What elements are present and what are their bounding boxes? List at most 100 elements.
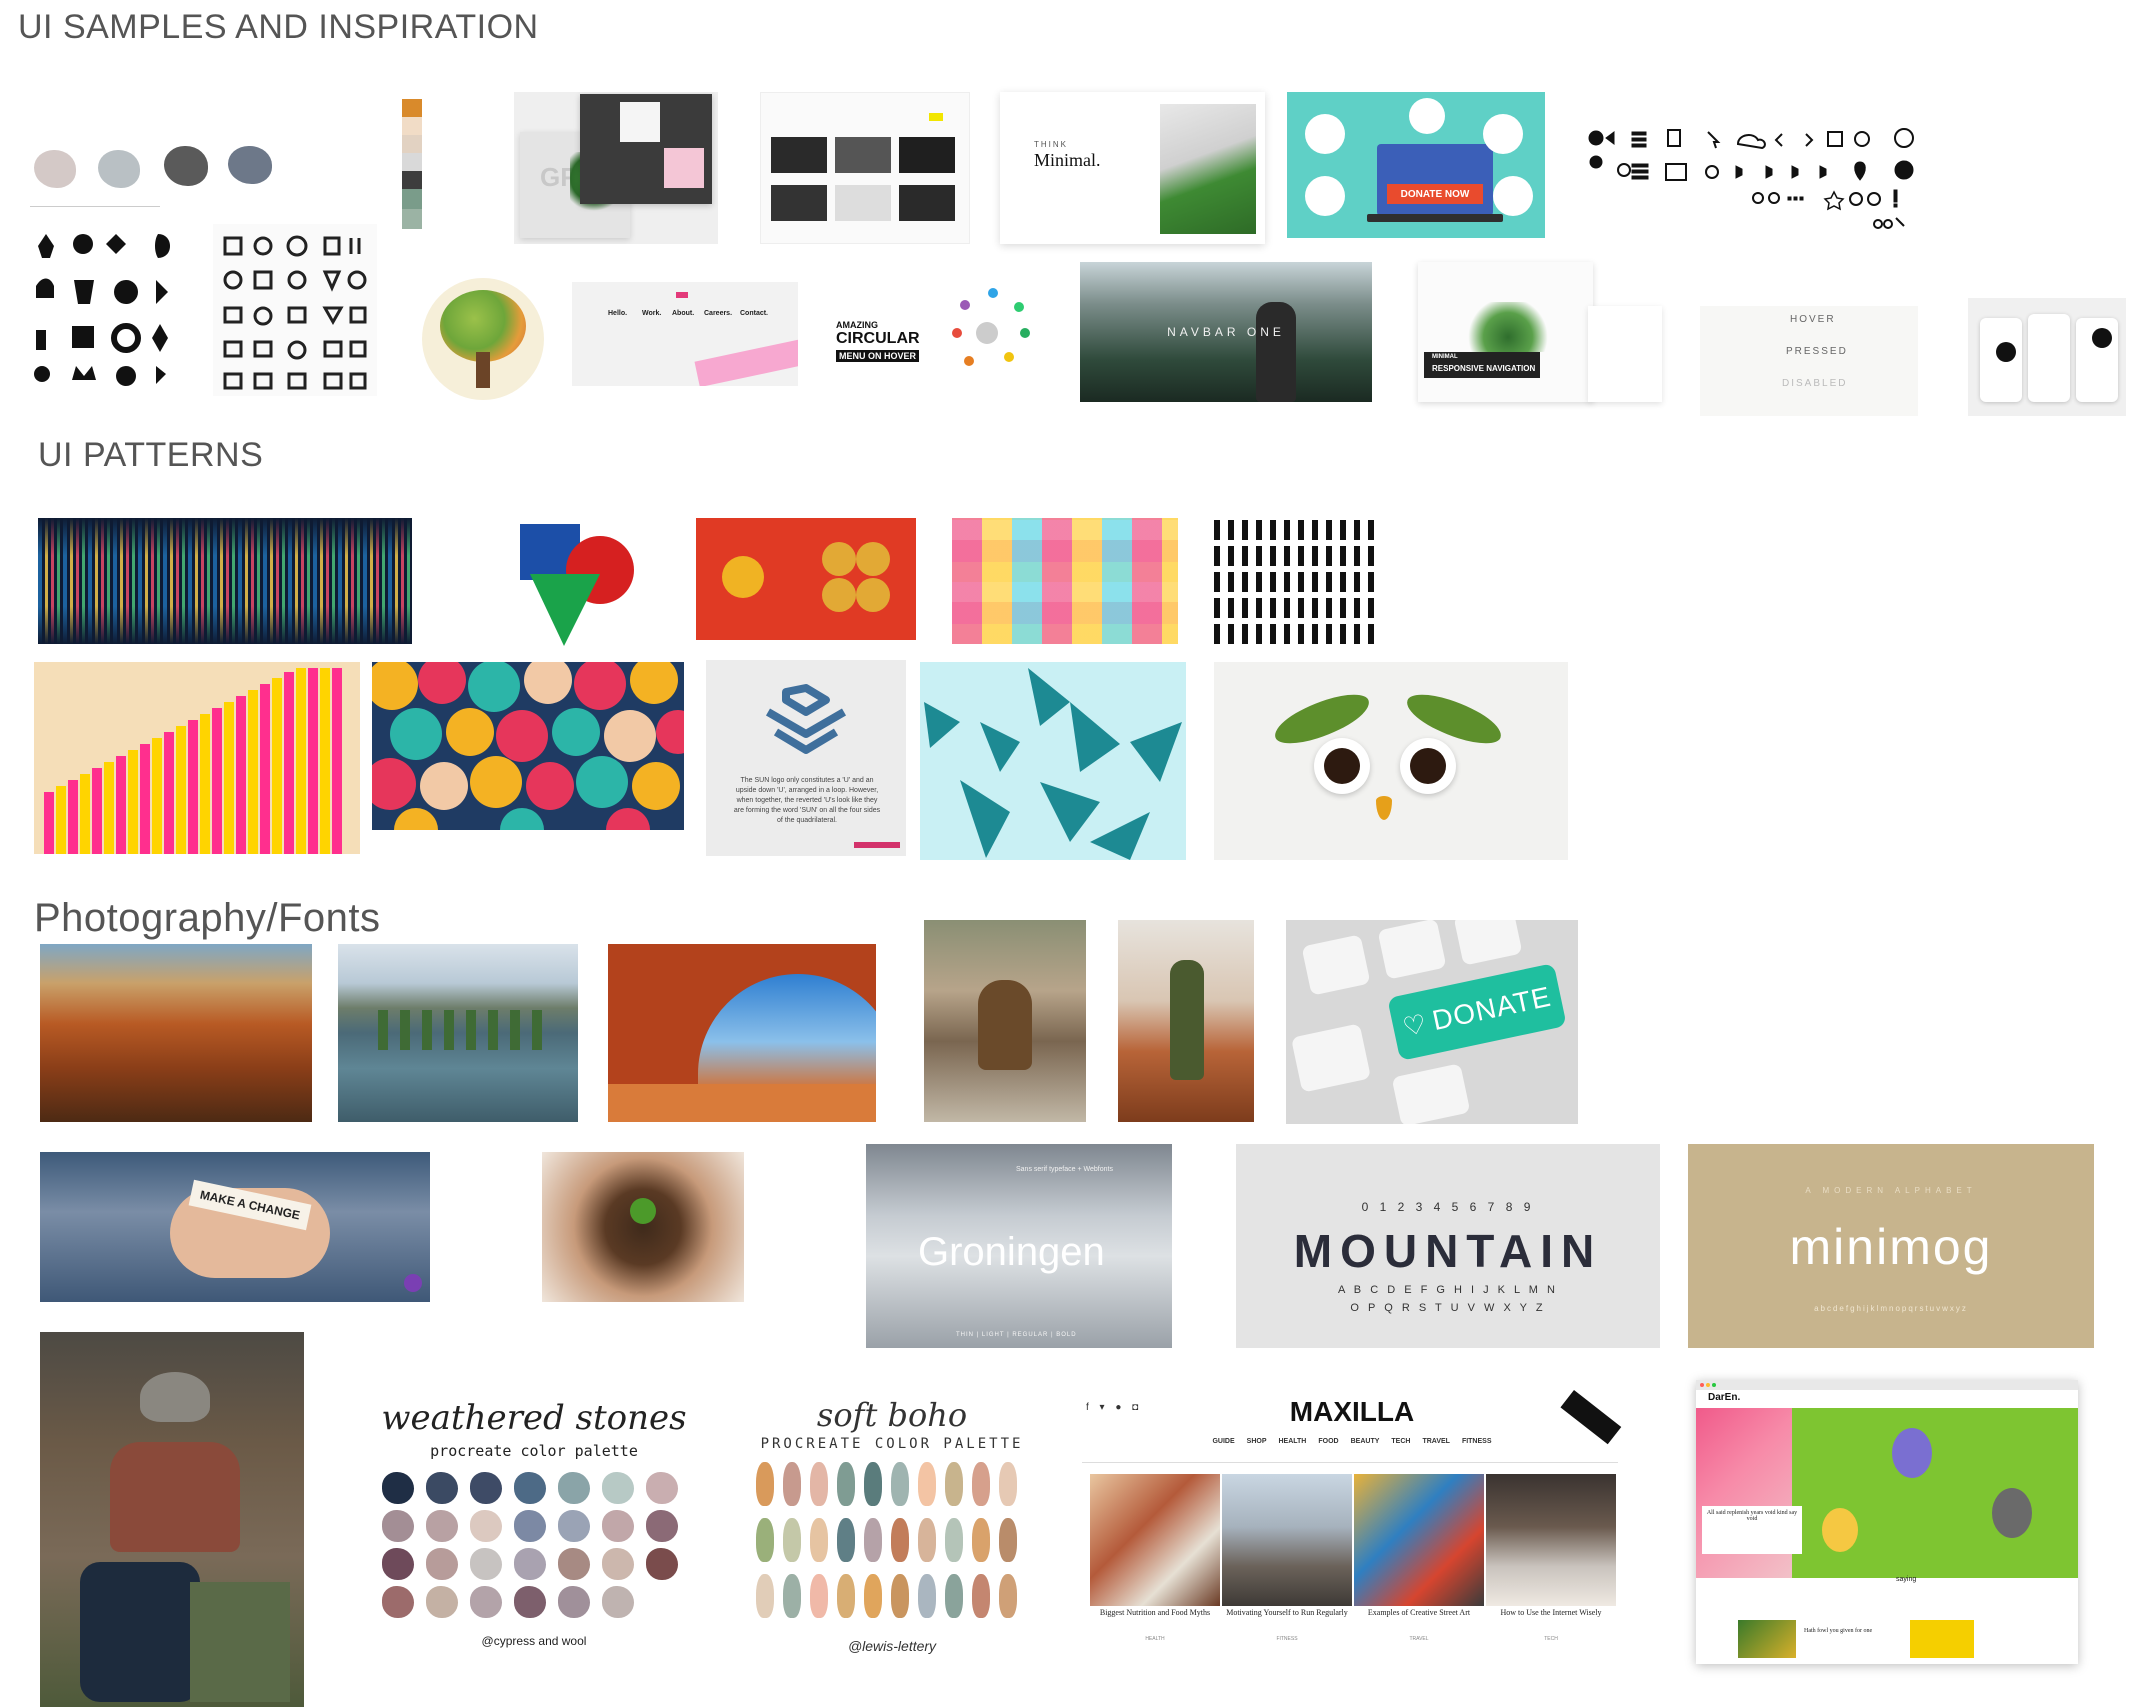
badge-icon <box>404 1274 422 1292</box>
mountain-alpha-2: O P Q R S T U V W X Y Z <box>1350 1302 1546 1314</box>
maxilla-nav-item[interactable]: SHOP <box>1247 1438 1267 1445</box>
pencils-pattern <box>34 662 360 854</box>
palette-swatch <box>382 1510 414 1542</box>
dot <box>822 542 856 576</box>
palette-swatch <box>602 1510 634 1542</box>
maxilla-nav-item[interactable]: FOOD <box>1318 1438 1338 1445</box>
window-close-icon[interactable] <box>1700 1383 1704 1387</box>
pants <box>190 1582 290 1702</box>
nav-hello: Hello. <box>608 310 628 317</box>
hiker-figure <box>1170 960 1204 1080</box>
yellow-chip <box>929 113 943 121</box>
divider <box>30 206 160 207</box>
maxilla-nav-item[interactable]: GUIDE <box>1212 1438 1234 1445</box>
maxilla-nav-item[interactable]: HEALTH <box>1279 1438 1307 1445</box>
key <box>1301 934 1371 996</box>
lake-photo <box>338 944 578 1122</box>
palette-swatch <box>602 1586 634 1618</box>
daren-logo[interactable]: DarEn. <box>1708 1392 1740 1403</box>
palette-swatch <box>837 1574 855 1618</box>
state-hover-label: HOVER <box>1790 314 1836 325</box>
maxilla-title: MAXILLA <box>1289 1396 1415 1427</box>
reeds <box>378 1010 548 1050</box>
color-bars-pattern <box>38 518 412 644</box>
swatch <box>402 171 422 189</box>
palette-swatch <box>426 1548 458 1580</box>
responsive-nav-mockup: MINIMAL RESPONSIVE NAVIGATION <box>1418 262 1593 402</box>
outline-icons-svg <box>223 235 367 390</box>
green-website-mockup: GRE <box>514 92 718 244</box>
menu-dot <box>988 288 998 298</box>
maxilla-nav-item[interactable]: TRAVEL <box>1422 1438 1449 1445</box>
key <box>1290 1023 1372 1093</box>
dark-grid-mockup <box>760 92 970 244</box>
donate-now-illustration: DONATE NOW <box>1287 92 1545 238</box>
palette-swatch <box>470 1548 502 1580</box>
daren-saying: saying <box>1896 1576 1917 1583</box>
shapes-svg <box>520 524 634 646</box>
maxilla-nav-item[interactable]: TECH <box>1391 1438 1410 1445</box>
outline-icon-grid <box>213 224 377 396</box>
plants-image <box>1458 302 1558 352</box>
mockup-panel <box>620 102 660 142</box>
maxilla-nav-item[interactable]: BEAUTY <box>1351 1438 1380 1445</box>
window-minimize-icon[interactable] <box>1706 1383 1710 1387</box>
maxilla-blog-mockup: f ▾ ● ◘ MAXILLA GUIDE SHOP HEALTH FOOD B… <box>1074 1390 1630 1652</box>
circular-menu-line1: AMAZING <box>836 320 878 330</box>
shapes-pattern <box>518 522 638 648</box>
palette-swatch <box>514 1586 546 1618</box>
swatch <box>402 117 422 135</box>
coffee-owl-photo <box>1214 662 1568 860</box>
nav-work: Work. <box>642 310 662 317</box>
swatch <box>402 99 422 117</box>
beanie <box>140 1372 210 1422</box>
maxilla-nav-item[interactable]: FITNESS <box>1462 1438 1492 1445</box>
flannel-shirt <box>110 1442 240 1552</box>
palette-swatch <box>837 1462 855 1506</box>
groningen-sub: Sans serif typeface + Webfonts <box>1016 1166 1113 1173</box>
daren-thumb <box>1738 1620 1796 1658</box>
swatch <box>402 135 422 153</box>
dot <box>822 578 856 612</box>
palette-swatch <box>918 1462 936 1506</box>
palette-swatch <box>864 1574 882 1618</box>
boho-title: soft boho <box>816 1396 968 1434</box>
card-image-laptop <box>1486 1474 1616 1606</box>
target-icon <box>1409 98 1445 134</box>
grid-thumb <box>899 137 955 173</box>
egg <box>1992 1488 2032 1538</box>
ui-icons-svg <box>1588 128 1914 229</box>
circular-menu-hub <box>976 322 998 344</box>
state-pressed-label: PRESSED <box>1786 346 1848 357</box>
phone-screen <box>2028 314 2070 402</box>
pink-ribbon <box>694 338 798 386</box>
hands-icon <box>1305 114 1345 154</box>
daren-post-card[interactable]: All said replenish years void kind say v… <box>1702 1506 1802 1554</box>
black-blob <box>1996 342 2016 362</box>
grid-thumb <box>771 185 827 221</box>
liberty-pattern <box>920 662 1186 860</box>
mockup-panel <box>664 148 704 188</box>
sun-caption: The SUN logo only constitutes a 'U' and … <box>733 777 881 824</box>
groningen-weights: THIN | LIGHT | REGULAR | BOLD <box>956 1332 1077 1338</box>
mountain-font-card: 0 1 2 3 4 5 6 7 8 9 MOUNTAIN A B C D E F… <box>1236 1144 1660 1348</box>
mountain-title: MOUNTAIN <box>1293 1225 1603 1277</box>
canyon-photo <box>40 944 312 1122</box>
hiker-canyon-photo <box>1118 920 1254 1122</box>
owl-beak <box>1376 796 1392 820</box>
people-pattern <box>1214 514 1378 644</box>
palette-swatch <box>426 1472 458 1504</box>
navbar-one-label: NAVBAR ONE <box>1167 325 1285 339</box>
palette-swatch <box>999 1462 1017 1506</box>
palette-swatch <box>756 1462 774 1506</box>
grid-thumb <box>899 185 955 221</box>
circular-menu-sample: AMAZING CIRCULAR MENU ON HOVER <box>834 276 1038 394</box>
heads-svg <box>372 662 684 830</box>
palette-swatch <box>918 1518 936 1562</box>
pencils-svg <box>44 668 342 854</box>
cup-right <box>1400 738 1456 794</box>
palette-swatch <box>514 1510 546 1542</box>
phone-app-mockup <box>1968 298 2126 416</box>
window-maximize-icon[interactable] <box>1712 1383 1716 1387</box>
backpack <box>80 1562 200 1702</box>
